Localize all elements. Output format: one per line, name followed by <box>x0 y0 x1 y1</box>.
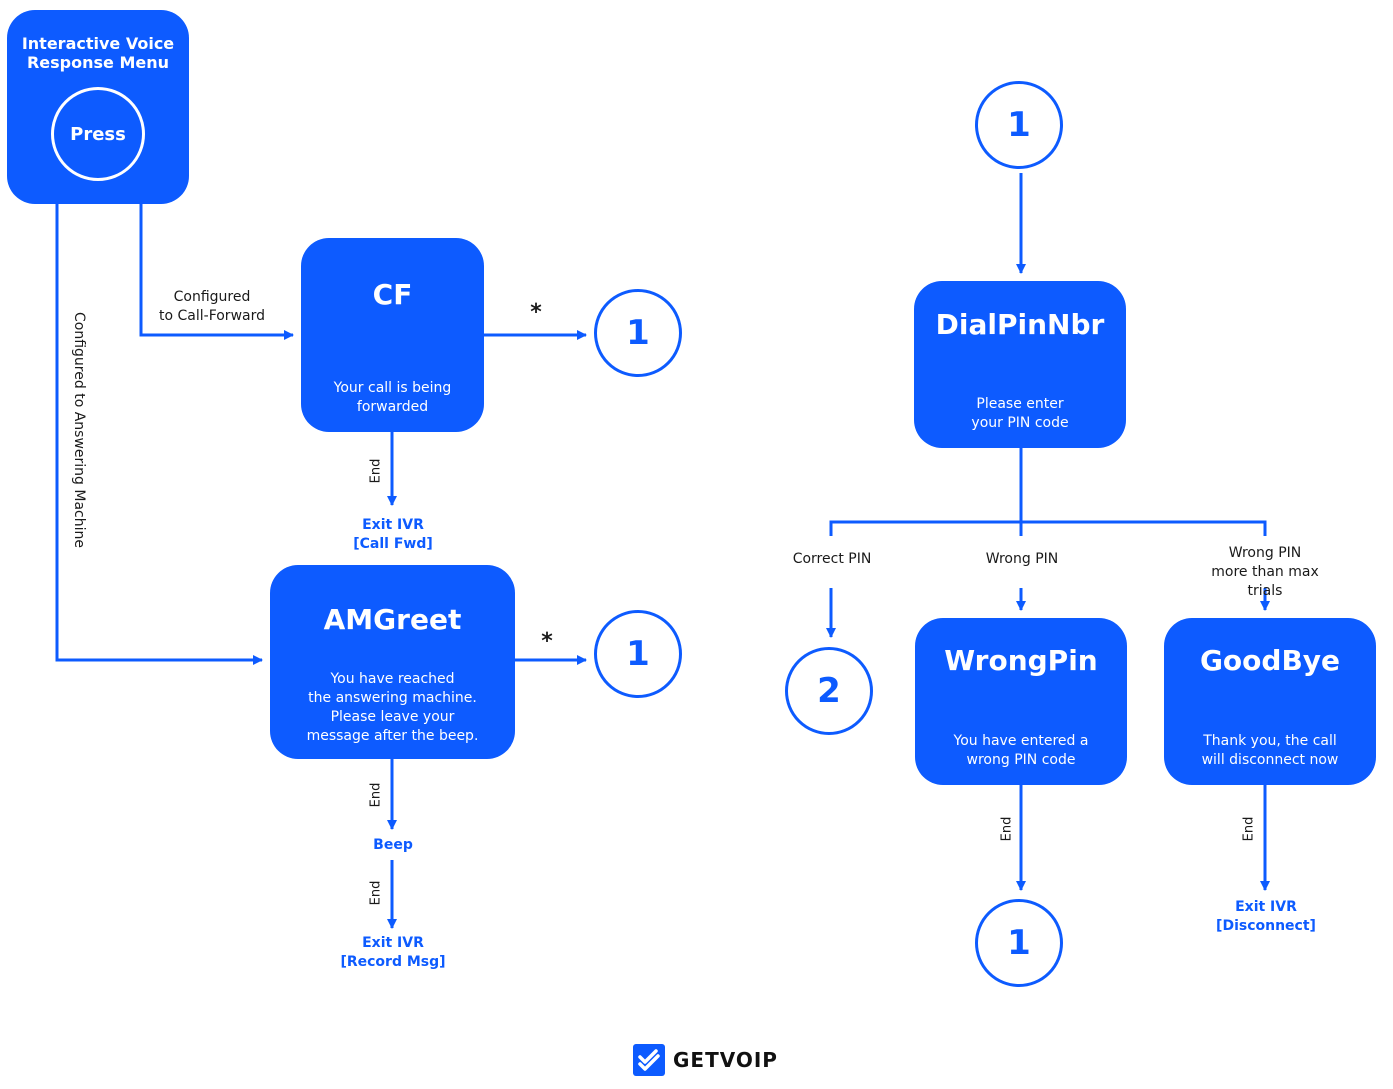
exit-disconnect: Exit IVR [Disconnect] <box>1216 899 1316 934</box>
wrongpin-desc: You have entered a wrong PIN code <box>953 733 1089 768</box>
label-wrong-pin: Wrong PIN <box>985 551 1059 567</box>
label-answering-machine: Configured to Answering Machine <box>71 312 87 548</box>
label-max-trials: Wrong PIN more than max trials <box>1211 545 1319 599</box>
dialpin-title: DialPinNbr <box>935 308 1105 341</box>
wrongpin-node: WrongPin You have entered a wrong PIN co… <box>915 618 1127 785</box>
logo-text: GETVOIP <box>673 1048 778 1072</box>
ivr-title: Interactive Voice Response Menu <box>21 34 175 72</box>
exit-call-fwd: Exit IVR [Call Fwd] <box>353 517 433 552</box>
connector-1: 1 <box>975 899 1063 987</box>
cf-node: CF Your call is being forwarded <box>301 238 484 432</box>
amgreet-title: AMGreet <box>323 603 462 636</box>
star-label: * <box>541 629 553 654</box>
label-call-forward: Configured to Call-Forward <box>159 289 265 324</box>
edge-dialpin-branch <box>829 448 1267 536</box>
amgreet-desc: You have reached the answering machine. … <box>306 671 479 744</box>
edge-ivr-amgreet <box>55 204 263 665</box>
amgreet-node: AMGreet You have reached the answering m… <box>270 565 515 759</box>
label-correct-pin: Correct PIN <box>792 551 872 567</box>
end-label: End <box>368 458 384 484</box>
end-label: End <box>368 782 384 808</box>
goodbye-title: GoodBye <box>1199 644 1341 677</box>
connector-1: 1 <box>594 289 682 377</box>
getvoip-logo: GETVOIP <box>633 1044 778 1076</box>
end-label: End <box>1241 816 1257 842</box>
double-check-icon <box>633 1044 665 1076</box>
star-label: * <box>530 300 542 325</box>
connector-1: 1 <box>975 81 1063 169</box>
cf-title: CF <box>372 278 413 311</box>
connector-lines <box>55 173 1270 929</box>
cf-desc: Your call is being forwarded <box>333 380 452 415</box>
end-label: End <box>368 880 384 906</box>
wrongpin-title: WrongPin <box>944 644 1098 677</box>
press-circle: Press <box>51 87 145 181</box>
connector-1: 1 <box>594 610 682 698</box>
dialpinnbr-node: DialPinNbr Please enter your PIN code <box>914 281 1126 448</box>
goodbye-node: GoodBye Thank you, the call will disconn… <box>1164 618 1376 785</box>
ivr-menu-node: Interactive Voice Response Menu Press <box>7 10 189 204</box>
end-label: End <box>999 816 1015 842</box>
connector-2: 2 <box>785 647 873 735</box>
exit-record-msg: Exit IVR [Record Msg] <box>340 935 446 970</box>
goodbye-desc: Thank you, the call will disconnect now <box>1201 733 1339 768</box>
ivr-flow-diagram: Interactive Voice Response Menu Press Co… <box>0 0 1393 1089</box>
beep-label: Beep <box>373 837 413 853</box>
dialpin-desc: Please enter your PIN code <box>971 396 1069 431</box>
